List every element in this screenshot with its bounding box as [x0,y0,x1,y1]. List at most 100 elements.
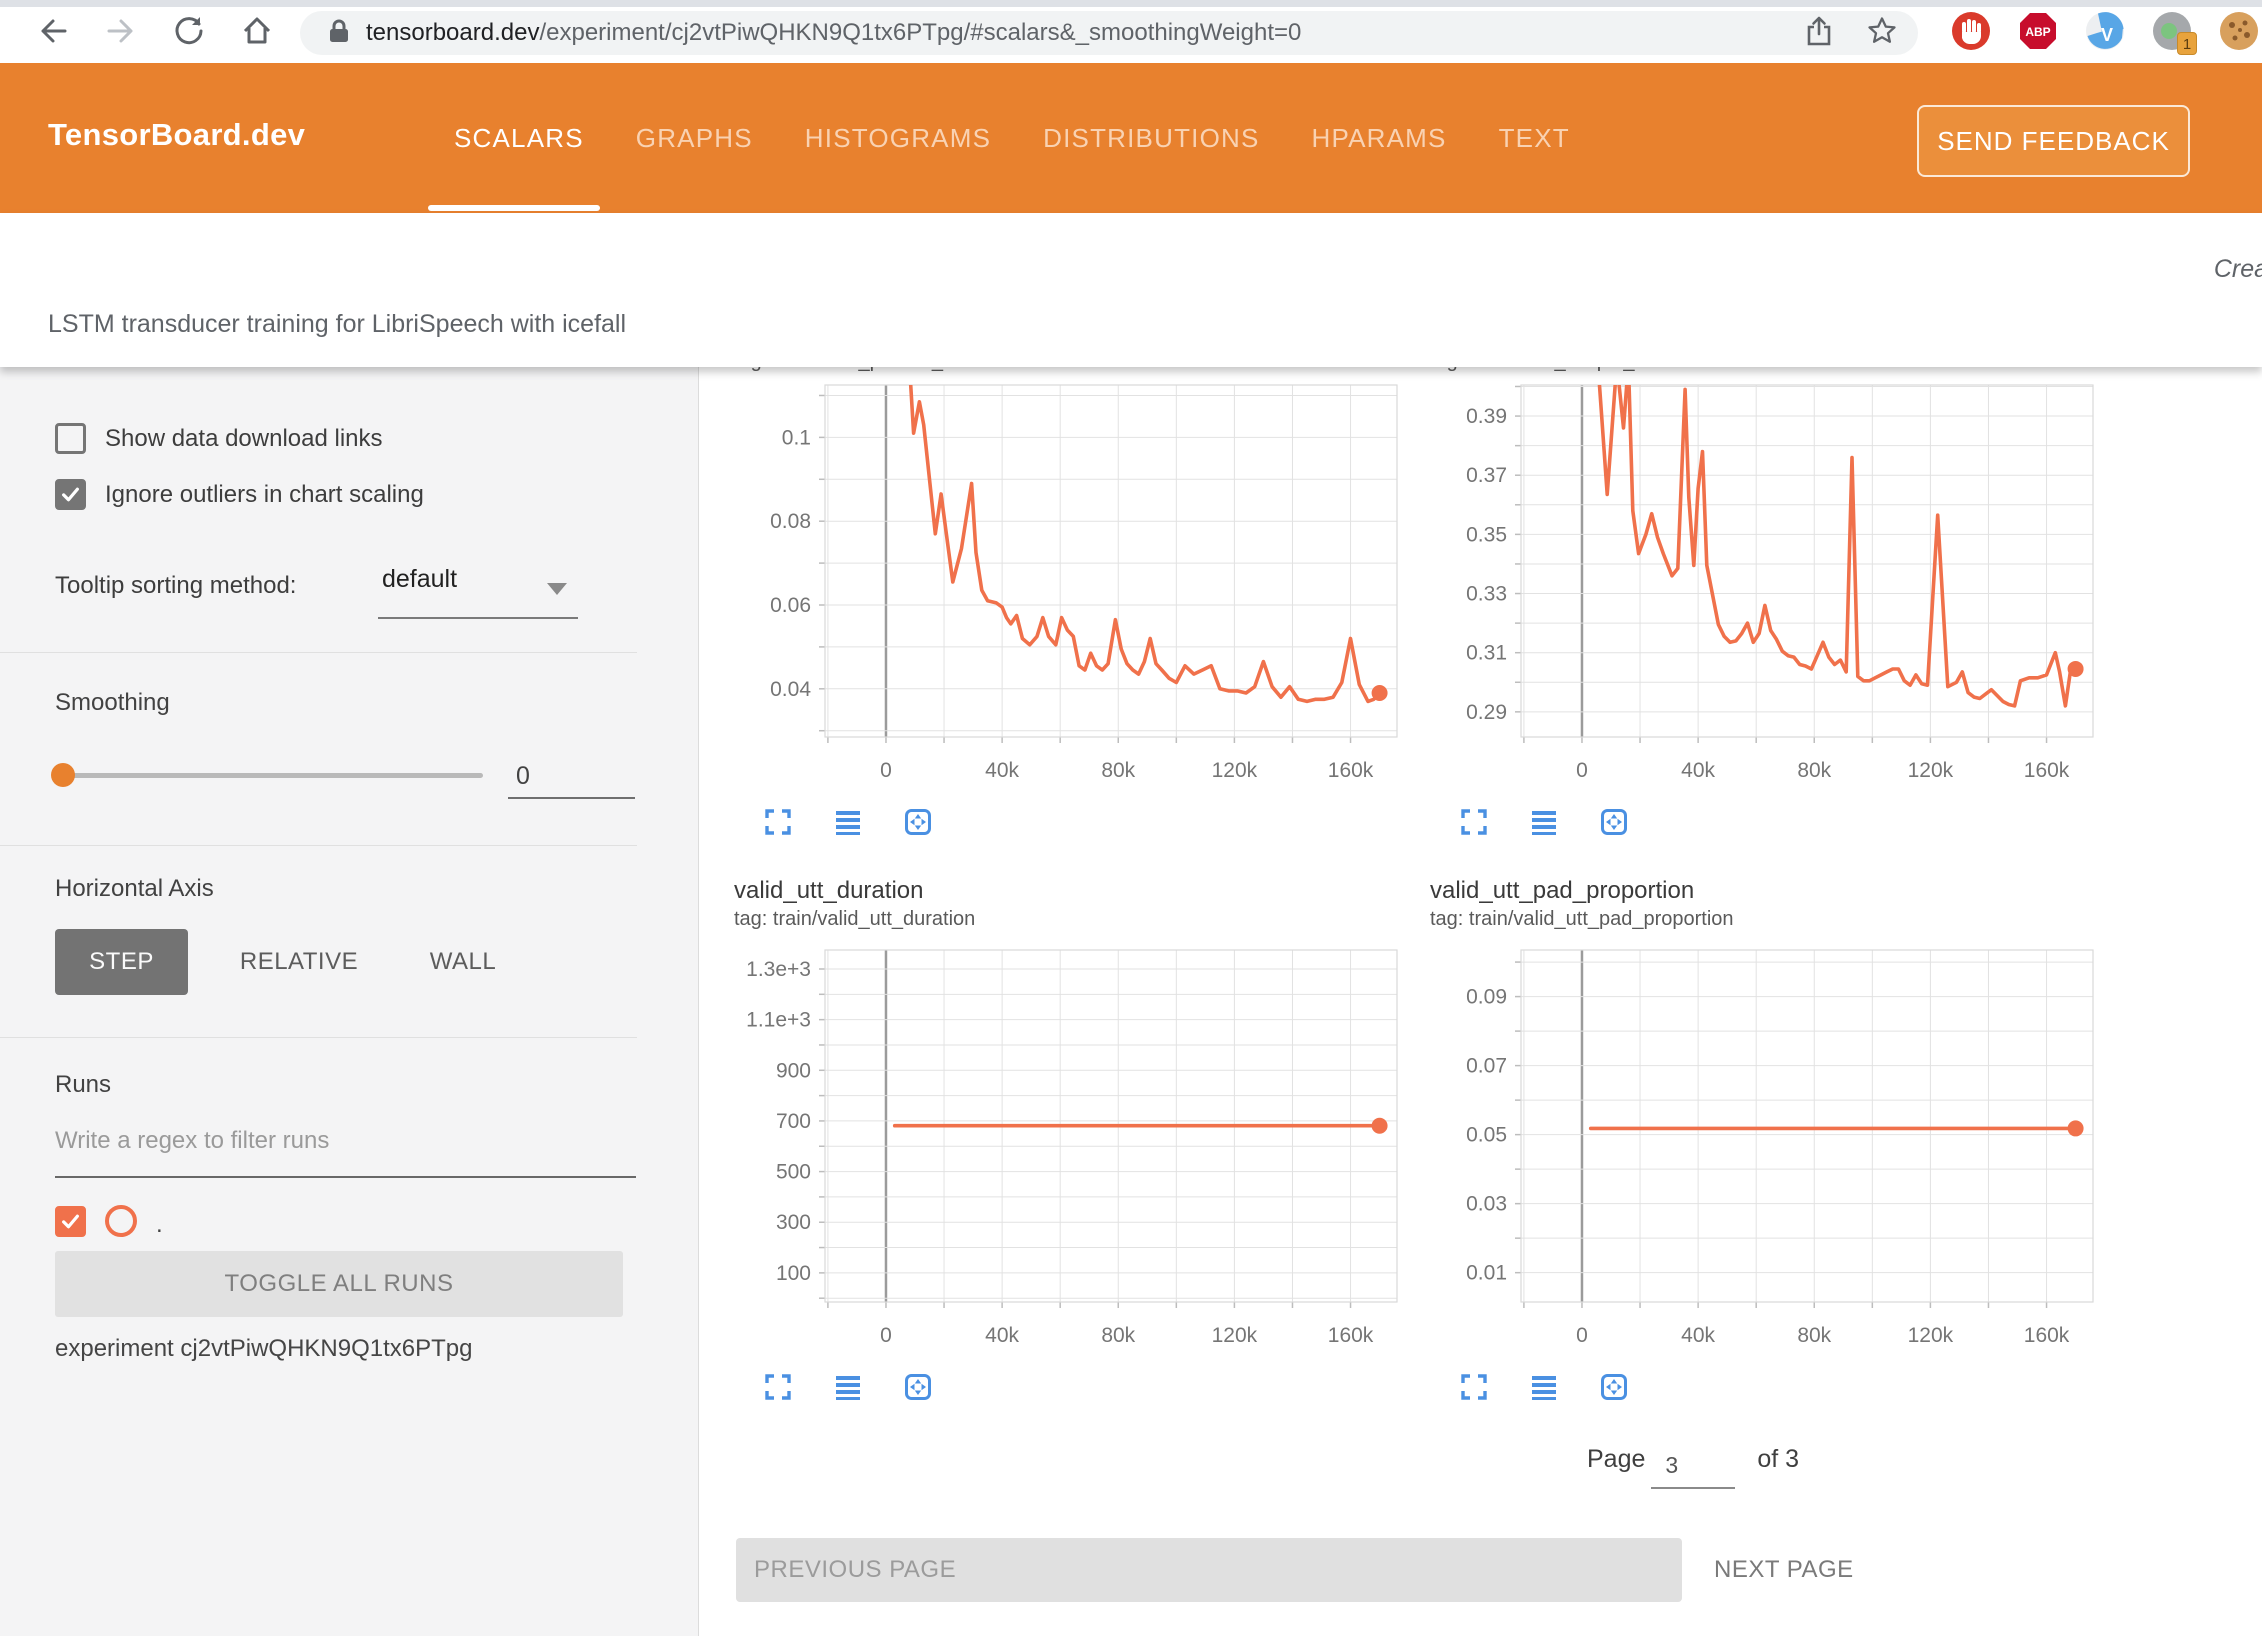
app-logo: TensorBoard.dev [48,117,305,153]
tab-scalars[interactable]: SCALARS [454,123,584,154]
chart-plot[interactable]: 040k80k120k160k0.040.060.080.1 [734,379,1414,796]
send-feedback-button[interactable]: SEND FEEDBACK [1917,105,2190,177]
svg-text:40k: 40k [1681,1324,1715,1347]
extension-badge: 1 [2177,32,2197,55]
page-total-label: of 3 [1757,1445,1799,1474]
svg-text:80k: 80k [1797,1324,1831,1347]
svg-text:0.1: 0.1 [782,426,811,449]
svg-text:120k: 120k [1212,1324,1258,1347]
url-bar[interactable]: tensorboard.dev/experiment/cj2vtPiwQHKN9… [300,11,1918,55]
expand-lines-icon[interactable] [832,806,866,840]
run-checkbox[interactable] [55,1206,86,1237]
expand-lines-icon[interactable] [1528,1371,1562,1405]
fit-domain-icon[interactable] [1598,1371,1632,1405]
abp-extension-icon[interactable]: ABP [2017,10,2059,52]
horizontal-axis-label: Horizontal Axis [55,875,214,903]
svg-text:0.01: 0.01 [1466,1262,1507,1285]
experiment-title: LSTM transducer training for LibriSpeech… [48,310,626,339]
tab-text[interactable]: TEXT [1499,123,1570,154]
url-text: tensorboard.dev/experiment/cj2vtPiwQHKN9… [366,19,1788,47]
axis-relative-button[interactable]: RELATIVE [224,929,374,995]
ignore-outliers-label: Ignore outliers in chart scaling [105,481,424,509]
page-label: Page [1587,1445,1645,1474]
bookmark-star-icon[interactable] [1866,15,1898,52]
svg-text:0.08: 0.08 [770,510,811,533]
chart-plot[interactable]: 040k80k120k160k0.010.030.050.070.09 [1430,944,2110,1361]
divider [0,845,637,846]
svg-text:40k: 40k [1681,759,1715,782]
smoothing-slider-thumb[interactable] [51,763,75,787]
profile-extension-icon[interactable]: 1 [2151,10,2193,52]
home-icon[interactable] [240,14,274,48]
svg-text:ABP: ABP [2025,25,2050,39]
axis-step-button[interactable]: STEP [55,929,188,995]
runs-label: Runs [55,1071,111,1099]
chevron-down-icon[interactable] [547,583,567,595]
back-icon[interactable] [36,14,70,48]
svg-text:0: 0 [1576,1324,1588,1347]
svg-text:0.37: 0.37 [1466,464,1507,487]
svg-text:120k: 120k [1212,759,1258,782]
chart-title: valid_utt_pad_proportion [1430,876,2110,906]
expand-card-icon[interactable] [1458,806,1492,840]
toggle-all-runs-button[interactable]: TOGGLE ALL RUNS [55,1251,623,1317]
svg-text:300: 300 [776,1211,811,1234]
expand-lines-icon[interactable] [832,1371,866,1405]
v-extension-icon[interactable]: V [2084,10,2126,52]
smoothing-slider-track[interactable] [62,773,483,778]
show-download-links-row: Show data download links [55,423,383,454]
svg-text:80k: 80k [1101,759,1135,782]
svg-text:120k: 120k [1908,1324,1954,1347]
chart-card-valid-utt-pad-proportion: valid_utt_pad_proportion tag: train/vali… [1430,876,2110,1405]
chart-toolbar [762,1371,1414,1405]
reload-icon[interactable] [172,14,206,48]
show-download-links-checkbox[interactable] [55,423,86,454]
svg-text:120k: 120k [1908,759,1954,782]
fit-domain-icon[interactable] [902,1371,936,1405]
axis-wall-button[interactable]: WALL [408,929,518,995]
next-page-button[interactable]: NEXT PAGE [1714,1556,1854,1584]
tab-histograms[interactable]: HISTOGRAMS [805,123,991,154]
svg-text:100: 100 [776,1262,811,1285]
tab-distributions[interactable]: DISTRIBUTIONS [1043,123,1259,154]
svg-text:0.35: 0.35 [1466,523,1507,546]
runs-filter-input[interactable]: Write a regex to filter runs [55,1127,636,1155]
expand-card-icon[interactable] [1458,1371,1492,1405]
page-number-input[interactable]: 3 [1651,1452,1735,1489]
svg-text:40k: 40k [985,1324,1019,1347]
forward-icon[interactable] [104,14,138,48]
lock-icon [328,18,350,49]
experiment-run-name: experiment cj2vtPiwQHKN9Q1tx6PTpg [55,1335,473,1363]
adblock-hand-extension-icon[interactable] [1950,10,1992,52]
chart-card-pruned-loss: tag: train/valid_pruned_loss 040k80k120k… [734,364,1414,840]
svg-text:80k: 80k [1101,1324,1135,1347]
tab-hparams[interactable]: HPARAMS [1312,123,1447,154]
svg-text:0: 0 [1576,759,1588,782]
previous-page-button[interactable]: PREVIOUS PAGE [736,1538,1682,1602]
cookie-extension-icon[interactable] [2218,10,2260,52]
tab-graphs[interactable]: GRAPHS [636,123,753,154]
runs-filter-underline [55,1176,636,1178]
active-tab-underline [428,205,600,211]
chart-plot[interactable]: 040k80k120k160k0.290.310.330.350.370.39 [1430,379,2110,796]
svg-text:500: 500 [776,1161,811,1184]
svg-text:0.03: 0.03 [1466,1193,1507,1216]
fit-domain-icon[interactable] [902,806,936,840]
fit-domain-icon[interactable] [1598,806,1632,840]
run-color-swatch[interactable] [105,1205,137,1237]
chart-toolbar [762,806,1414,840]
ignore-outliers-checkbox[interactable] [55,479,86,510]
svg-text:0.09: 0.09 [1466,986,1507,1009]
chart-card-valid-utt-duration: valid_utt_duration tag: train/valid_utt_… [734,876,1414,1405]
svg-text:0.29: 0.29 [1466,701,1507,724]
share-icon[interactable] [1804,15,1834,52]
expand-lines-icon[interactable] [1528,806,1562,840]
chart-plot[interactable]: 040k80k120k160k1003005007009001.1e+31.3e… [734,944,1414,1361]
smoothing-value-input[interactable]: 0 [508,757,635,799]
tooltip-sorting-select[interactable]: default [382,565,457,594]
svg-text:80k: 80k [1797,759,1831,782]
svg-text:0.05: 0.05 [1466,1124,1507,1147]
expand-card-icon[interactable] [762,806,796,840]
svg-text:0.31: 0.31 [1466,642,1507,665]
expand-card-icon[interactable] [762,1371,796,1405]
